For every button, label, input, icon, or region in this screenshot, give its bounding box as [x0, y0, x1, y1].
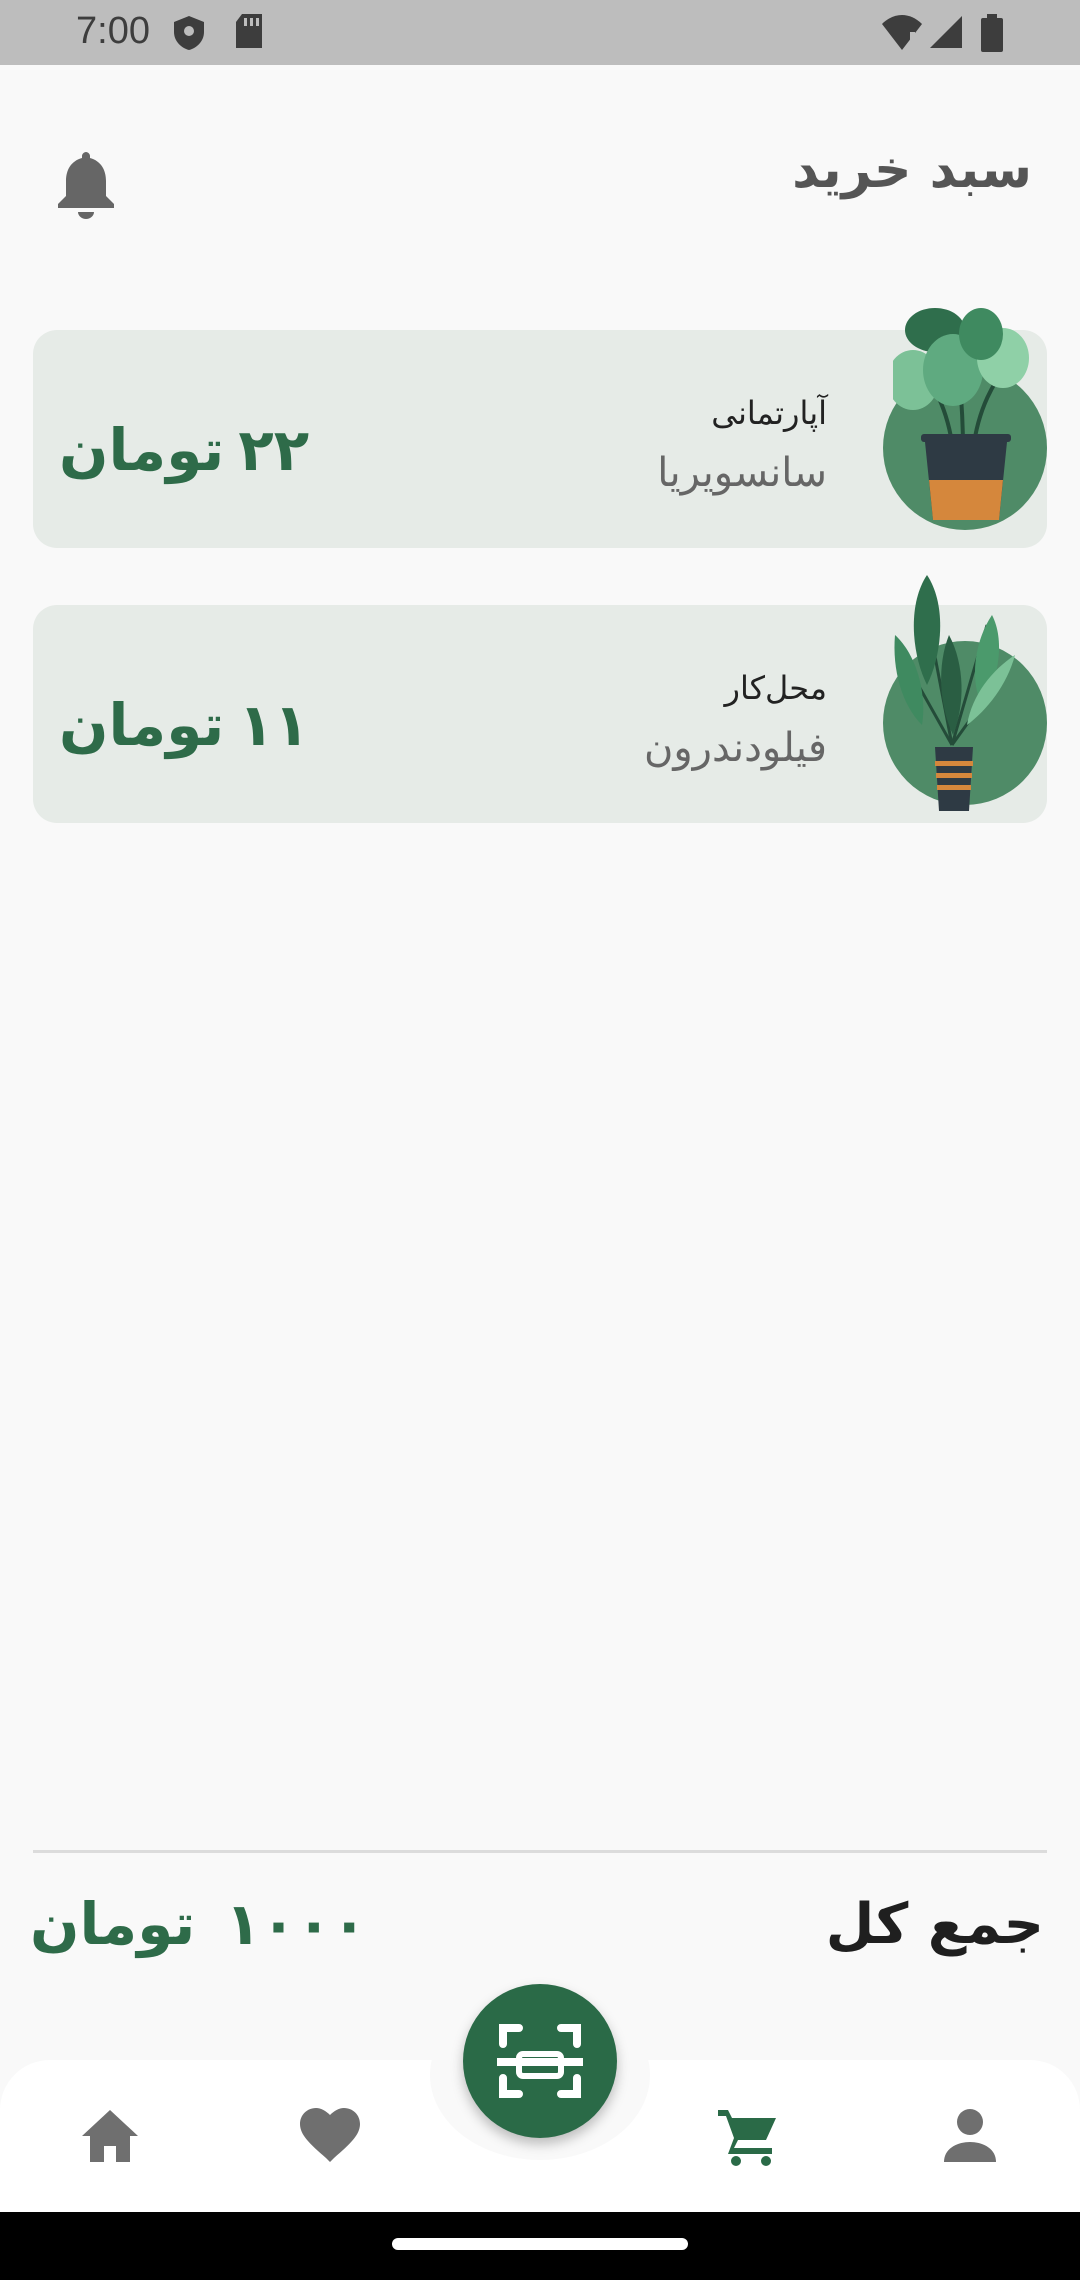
battery-icon [981, 14, 1003, 52]
currency-label: تومان [30, 1890, 196, 1958]
item-price: تومان ۲۲ [59, 416, 309, 484]
shield-icon [174, 16, 204, 50]
total-price: تومان ۱۰۰۰ [30, 1890, 367, 1958]
scan-icon [497, 2024, 583, 2098]
price-value: ۱۱ [238, 691, 310, 759]
plant-image [893, 308, 1029, 520]
item-name: فیلودندرون [643, 725, 827, 771]
price-value: ۲۲ [238, 416, 310, 484]
wifi-icon [882, 15, 922, 51]
item-category: محل‌کار [724, 669, 827, 707]
item-category: آپارتمانی [711, 394, 827, 432]
currency-label: تومان [59, 691, 225, 759]
sd-card-icon [236, 14, 262, 48]
total-value: ۱۰۰۰ [225, 1890, 367, 1958]
scan-button[interactable] [463, 1984, 617, 2138]
bell-icon[interactable] [54, 148, 118, 220]
item-name: سانسویریا [657, 450, 827, 496]
signal-icon [930, 16, 962, 48]
status-time: 7:00 [76, 10, 150, 52]
plant-image [894, 575, 1015, 811]
item-price: تومان ۱۱ [59, 691, 309, 759]
page-title: سبد خرید [792, 140, 1032, 200]
divider [33, 1850, 1047, 1853]
cart-item[interactable]: آپارتمانی سانسویریا تومان ۲۲ [33, 308, 1047, 548]
currency-label: تومان [59, 416, 225, 484]
total-label: جمع کل [825, 1892, 1044, 1957]
home-indicator[interactable] [392, 2238, 688, 2250]
cart-icon[interactable] [716, 2104, 780, 2168]
heart-icon[interactable] [298, 2104, 362, 2168]
person-icon[interactable] [938, 2104, 1002, 2168]
cart-item[interactable]: محل‌کار فیلودندرون تومان ۱۱ [33, 575, 1047, 823]
home-icon[interactable] [78, 2104, 142, 2168]
status-bar: 7:00 [0, 0, 1080, 65]
